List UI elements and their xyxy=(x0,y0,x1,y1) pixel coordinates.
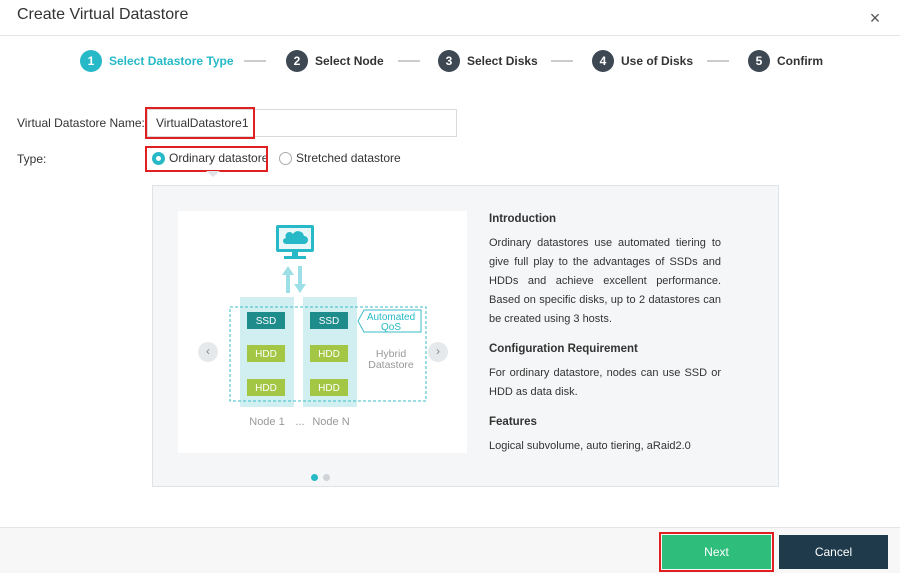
hdd-label: HDD xyxy=(318,383,340,394)
step-label: Select Datastore Type xyxy=(109,54,234,68)
highlight-box-name xyxy=(145,107,255,139)
step-connector xyxy=(398,60,420,62)
hdd-label: HDD xyxy=(318,349,340,360)
hdd-label: HDD xyxy=(255,349,277,360)
ssd-label: SSD xyxy=(319,316,340,327)
type-label: Type: xyxy=(17,152,47,166)
automated-qos-text: QoS xyxy=(381,322,401,333)
features-heading: Features xyxy=(489,416,537,428)
step-connector xyxy=(551,60,573,62)
step-select-disks: 3 Select Disks xyxy=(438,48,538,74)
carousel-dot-1[interactable] xyxy=(311,474,318,481)
cancel-button[interactable]: Cancel xyxy=(779,535,888,569)
step-number: 3 xyxy=(438,50,460,72)
step-number: 5 xyxy=(748,50,770,72)
carousel-dot-2[interactable] xyxy=(323,474,330,481)
dialog-title: Create Virtual Datastore xyxy=(17,6,189,23)
features-text: Logical subvolume, auto tiering, aRaid2.… xyxy=(489,440,691,452)
configuration-requirement-heading: Configuration Requirement xyxy=(489,343,638,355)
step-select-node: 2 Select Node xyxy=(286,48,384,74)
datastore-name-label: Virtual Datastore Name: xyxy=(17,116,145,130)
step-connector xyxy=(244,60,266,62)
carousel-dots xyxy=(311,474,335,481)
step-use-of-disks: 4 Use of Disks xyxy=(592,48,693,74)
highlight-box-next xyxy=(659,532,774,572)
node-ellipsis: ... xyxy=(295,416,304,428)
ssd-label: SSD xyxy=(256,316,277,327)
highlight-box-type xyxy=(145,146,268,172)
architecture-figure: SSD SSD HDD HDD HDD HDD Automated QoS Hy… xyxy=(178,211,467,453)
step-number: 1 xyxy=(80,50,102,72)
carousel-prev-button[interactable]: ‹ xyxy=(198,342,218,362)
step-label: Confirm xyxy=(777,54,823,68)
node-1-label: Node 1 xyxy=(249,416,284,428)
step-confirm: 5 Confirm xyxy=(748,48,823,74)
radio-label: Stretched datastore xyxy=(296,151,401,165)
carousel-next-button[interactable]: › xyxy=(428,342,448,362)
introduction-heading: Introduction xyxy=(489,213,557,225)
datastore-type-panel: SSD SSD HDD HDD HDD HDD Automated QoS Hy… xyxy=(152,185,779,487)
wizard-steps: 1 Select Datastore Type 2 Select Node 3 … xyxy=(0,48,900,74)
step-label: Use of Disks xyxy=(621,54,694,68)
radio-unchecked-icon xyxy=(279,151,292,165)
step-connector xyxy=(707,60,729,62)
dialog-header: Create Virtual Datastore × xyxy=(0,0,900,36)
architecture-diagram: SSD SSD HDD HDD HDD HDD Automated QoS Hy… xyxy=(229,225,427,428)
step-label: Select Disks xyxy=(467,54,538,68)
introduction-text: Ordinary datastores use automated tierin… xyxy=(489,237,721,325)
configuration-requirement-text: For ordinary datastore, nodes can use SS… xyxy=(489,367,721,398)
node-n-label: Node N xyxy=(312,416,349,428)
step-number: 4 xyxy=(592,50,614,72)
transfer-arrows-icon xyxy=(282,266,306,293)
step-label: Select Node xyxy=(315,54,384,68)
hdd-label: HDD xyxy=(255,383,277,394)
step-select-datastore-type: 1 Select Datastore Type xyxy=(80,48,234,74)
radio-stretched-datastore[interactable]: Stretched datastore xyxy=(279,151,401,165)
hybrid-datastore-label: Datastore xyxy=(368,359,414,371)
close-icon[interactable]: × xyxy=(864,8,886,30)
monitor-cloud-icon xyxy=(276,225,314,259)
panel-pointer xyxy=(206,171,220,177)
step-number: 2 xyxy=(286,50,308,72)
datastore-description: Introduction Ordinary datastores use aut… xyxy=(489,210,721,467)
